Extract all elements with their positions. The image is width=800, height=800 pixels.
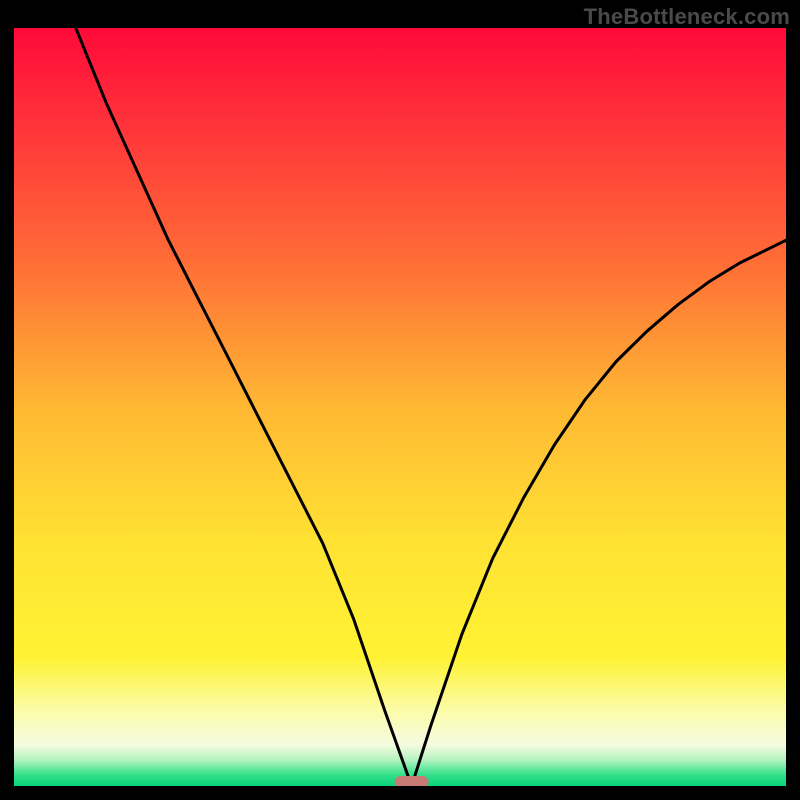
watermark-text: TheBottleneck.com [584, 4, 790, 30]
bottleneck-chart [14, 28, 786, 786]
gradient-background [14, 28, 786, 786]
plot-area [14, 28, 786, 786]
minimum-marker [395, 776, 429, 786]
chart-frame: TheBottleneck.com [0, 0, 800, 800]
